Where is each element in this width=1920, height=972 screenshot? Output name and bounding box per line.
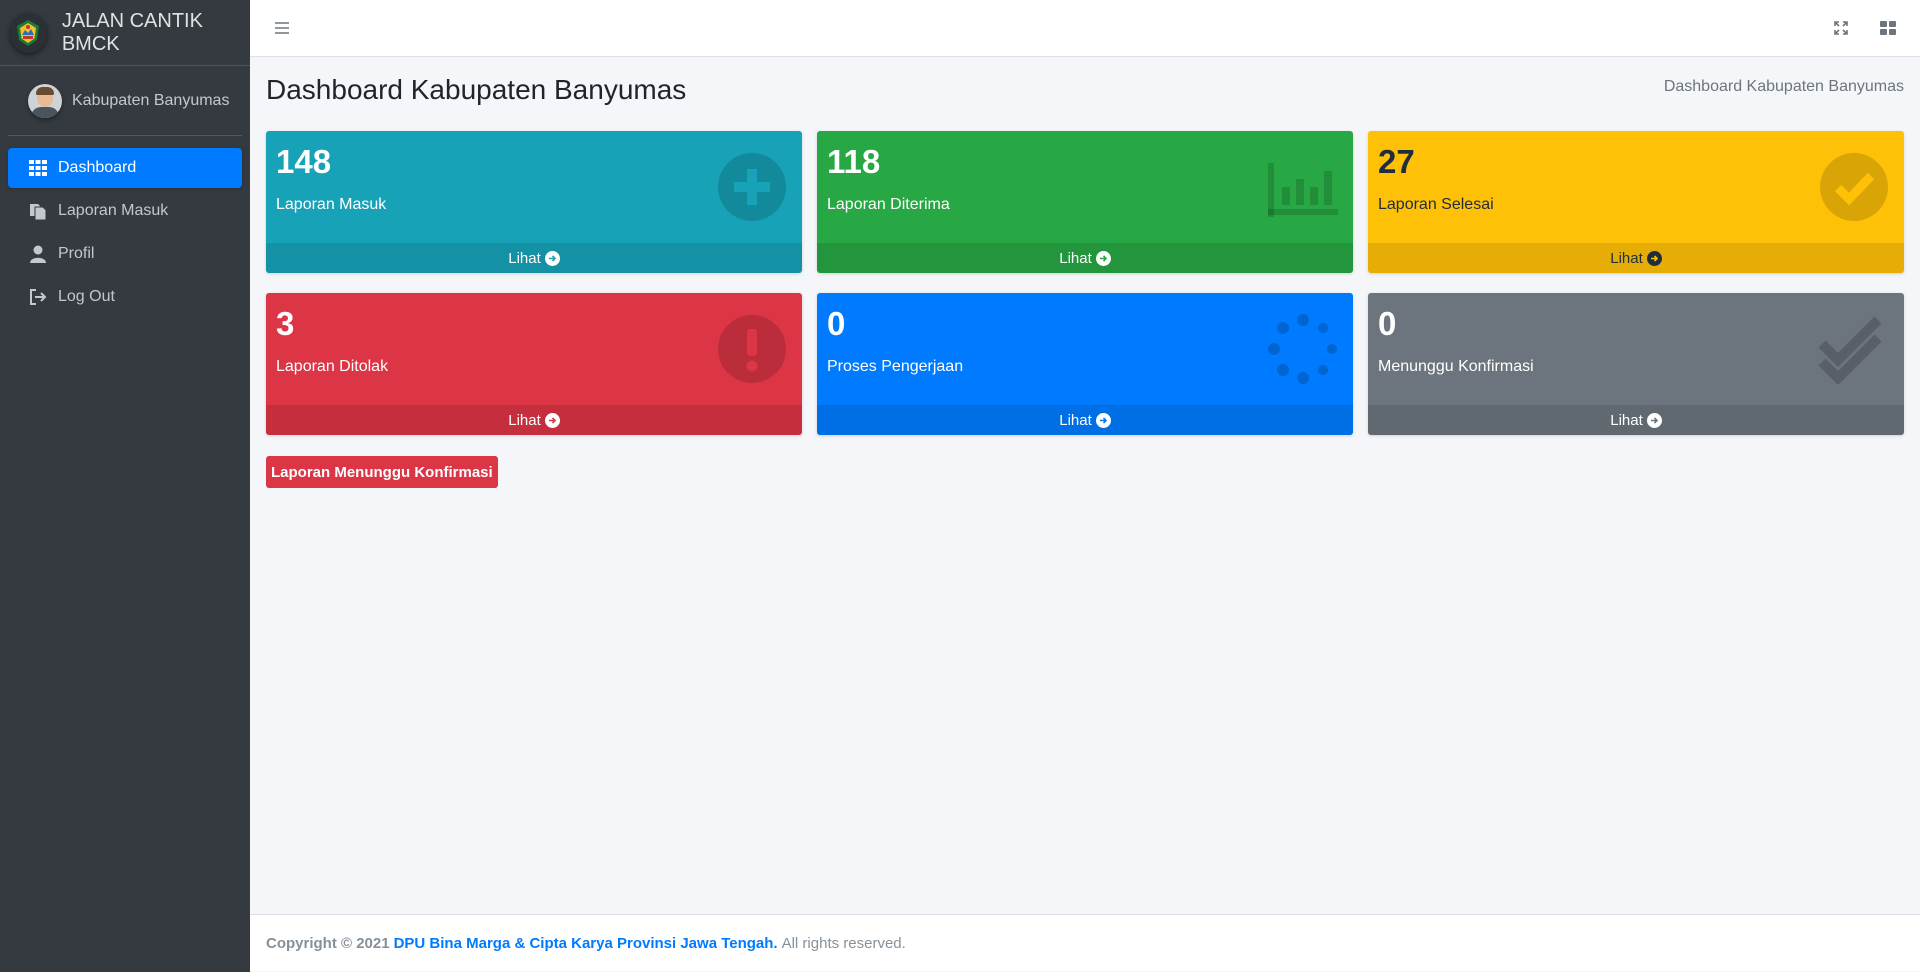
lihat-link[interactable]: Lihat bbox=[266, 243, 802, 273]
stat-label: Laporan Selesai bbox=[1378, 196, 1494, 213]
stat-value: 118 bbox=[827, 143, 881, 180]
stat-label: Proses Pengerjaan bbox=[827, 358, 964, 375]
stat-value: 0 bbox=[1378, 305, 1397, 342]
arrow-circle-right-icon bbox=[1646, 412, 1662, 428]
plus-circle-icon bbox=[716, 151, 788, 223]
stat-value: 3 bbox=[276, 305, 295, 342]
check-circle-icon bbox=[1818, 151, 1890, 223]
footer: Copyright © 2021 DPU Bina Marga & Cipta … bbox=[250, 914, 1920, 971]
stat-box-laporan-selesai: 27 Laporan Selesai Lihat bbox=[1368, 131, 1904, 273]
sidebar-item-label: Profil bbox=[58, 245, 95, 262]
chart-bar-icon bbox=[1267, 151, 1339, 223]
user-panel[interactable]: Kabupaten Banyumas bbox=[8, 66, 242, 136]
grid-icon bbox=[28, 158, 48, 178]
brand-title: JALAN CANTIK BMCK bbox=[61, 9, 203, 55]
lihat-label: Lihat bbox=[1610, 249, 1643, 267]
lihat-label: Lihat bbox=[1059, 249, 1092, 267]
brand-logo bbox=[10, 12, 47, 53]
footer-rights: All rights reserved. bbox=[781, 934, 906, 952]
sidebar-item-dashboard[interactable]: Dashboard bbox=[8, 148, 242, 188]
stat-label: Laporan Ditolak bbox=[276, 358, 389, 375]
sidebar-item-label: Laporan Masuk bbox=[58, 202, 169, 219]
expand-icon[interactable] bbox=[1830, 17, 1852, 39]
copy-icon bbox=[28, 201, 48, 221]
stat-label: Laporan Masuk bbox=[276, 196, 387, 213]
stat-box-laporan-diterima: 118 Laporan Diterima Lihat bbox=[817, 131, 1353, 273]
sidebar-item-laporan-masuk[interactable]: Laporan Masuk bbox=[8, 191, 242, 231]
arrow-circle-right-icon bbox=[544, 250, 560, 266]
check-double-icon bbox=[1818, 313, 1890, 385]
arrow-circle-right-icon bbox=[1646, 250, 1662, 266]
footer-copyright: Copyright © 2021 bbox=[266, 934, 390, 952]
exclamation-circle-icon bbox=[716, 313, 788, 385]
lihat-link[interactable]: Lihat bbox=[817, 243, 1353, 273]
spinner-icon bbox=[1267, 313, 1339, 385]
lihat-label: Lihat bbox=[508, 411, 541, 429]
sidebar-nav: Dashboard Laporan Masuk Profil Log Out bbox=[0, 136, 250, 332]
brand-link[interactable]: JALAN CANTIK BMCK bbox=[0, 0, 250, 66]
stat-box-proses-pengerjaan: 0 Proses Pengerjaan Lihat bbox=[817, 293, 1353, 435]
bars-icon[interactable] bbox=[271, 17, 293, 39]
lihat-label: Lihat bbox=[1059, 411, 1092, 429]
sidebar-item-logout[interactable]: Log Out bbox=[8, 277, 242, 317]
stat-box-laporan-masuk: 148 Laporan Masuk Lihat bbox=[266, 131, 802, 273]
stat-value: 148 bbox=[276, 143, 332, 180]
topbar bbox=[250, 0, 1920, 57]
sidebar-item-label: Log Out bbox=[58, 288, 115, 305]
stat-value: 27 bbox=[1378, 143, 1415, 180]
user-name: Kabupaten Banyumas bbox=[72, 91, 230, 109]
stat-label: Menunggu Konfirmasi bbox=[1378, 358, 1534, 375]
arrow-circle-right-icon bbox=[544, 412, 560, 428]
lihat-link[interactable]: Lihat bbox=[1368, 405, 1904, 435]
th-large-icon[interactable] bbox=[1877, 17, 1899, 39]
sidebar-item-profil[interactable]: Profil bbox=[8, 234, 242, 274]
footer-org-link[interactable]: DPU Bina Marga & Cipta Karya Provinsi Ja… bbox=[394, 935, 778, 952]
sidebar: JALAN CANTIK BMCK Kabupaten Banyumas Das… bbox=[0, 0, 250, 972]
content: Dashboard Kabupaten Banyumas Dashboard K… bbox=[250, 57, 1920, 914]
stat-box-laporan-ditolak: 3 Laporan Ditolak Lihat bbox=[266, 293, 802, 435]
lihat-link[interactable]: Lihat bbox=[817, 405, 1353, 435]
stat-label: Laporan Diterima bbox=[827, 196, 950, 213]
lihat-label: Lihat bbox=[1610, 411, 1643, 429]
avatar bbox=[28, 83, 62, 118]
arrow-circle-right-icon bbox=[1095, 250, 1111, 266]
stat-box-menunggu-konfirmasi: 0 Menunggu Konfirmasi Lihat bbox=[1368, 293, 1904, 435]
arrow-circle-right-icon bbox=[1095, 412, 1111, 428]
stat-value: 0 bbox=[827, 305, 846, 342]
lihat-link[interactable]: Lihat bbox=[1368, 243, 1904, 273]
sidebar-item-label: Dashboard bbox=[58, 159, 137, 176]
sign-out-icon bbox=[28, 287, 48, 307]
lihat-link[interactable]: Lihat bbox=[266, 405, 802, 435]
lihat-label: Lihat bbox=[508, 249, 541, 267]
breadcrumb: Dashboard Kabupaten Banyumas bbox=[1663, 78, 1904, 95]
user-icon bbox=[28, 244, 48, 264]
page-title: Dashboard Kabupaten Banyumas bbox=[266, 74, 687, 105]
laporan-menunggu-konfirmasi-button[interactable]: Laporan Menunggu Konfirmasi bbox=[266, 456, 498, 488]
